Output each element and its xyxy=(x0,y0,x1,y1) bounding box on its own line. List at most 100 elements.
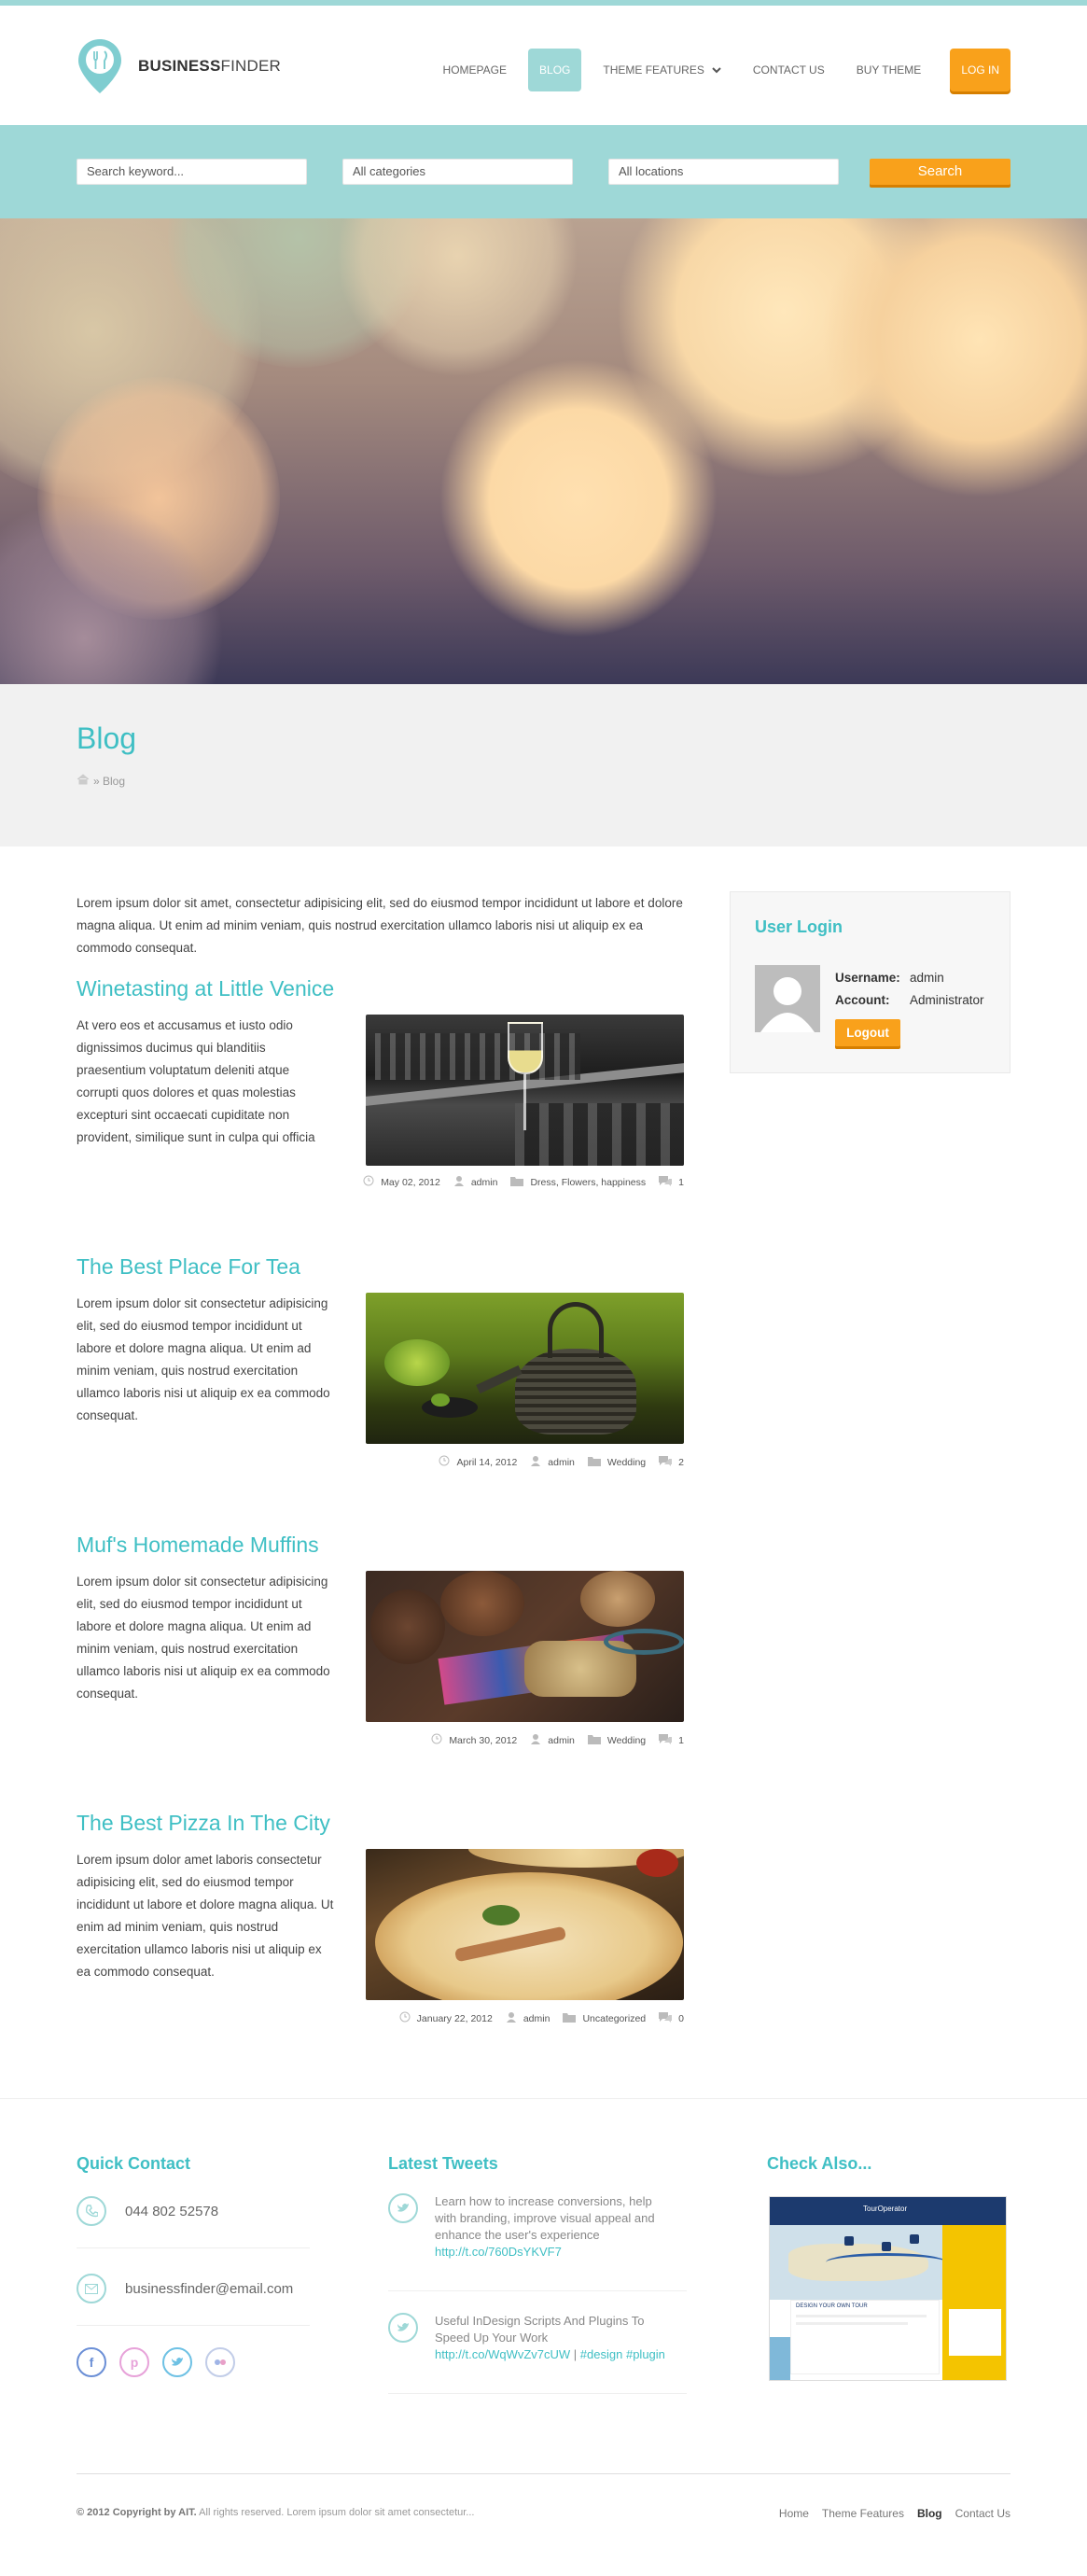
tweet-link[interactable]: http://t.co/760DsYKVF7 xyxy=(435,2245,562,2259)
blog-intro: Lorem ipsum dolor sit amet, consectetur … xyxy=(77,896,683,955)
logo[interactable]: BUSINESSFINDER xyxy=(77,37,281,95)
flickr-icon[interactable] xyxy=(205,2347,235,2377)
post-excerpt: Lorem ipsum dolor sit consectetur adipis… xyxy=(77,1575,330,1701)
tweet-text: Useful InDesign Scripts And Plugins To S… xyxy=(435,2314,665,2361)
tour-operator-thumbnail[interactable]: TourOperator DESIGN YOUR OWN TOUR xyxy=(769,2196,1007,2381)
nav-theme-features[interactable]: THEME FEATURES xyxy=(587,49,736,91)
search-button[interactable]: Search xyxy=(870,159,1010,185)
post-categories[interactable]: Wedding xyxy=(607,1457,646,1468)
search-bar: Search keyword... All categories All loc… xyxy=(0,125,1087,218)
chevron-down-icon xyxy=(712,49,721,91)
nav-homepage[interactable]: HOMEPAGE xyxy=(427,49,523,91)
nav-contact-us[interactable]: CONTACT US xyxy=(737,49,841,91)
footer-link-theme-features[interactable]: Theme Features xyxy=(822,2507,904,2520)
main-nav: HOMEPAGE BLOG THEME FEATURES CONTACT US … xyxy=(427,49,1010,91)
footer-link-blog[interactable]: Blog xyxy=(917,2507,942,2520)
post-image-muffins[interactable] xyxy=(366,1571,684,1722)
avatar xyxy=(755,965,820,1032)
twitter-icon xyxy=(388,2193,418,2223)
copyright: © 2012 Copyright by AIT. All rights rese… xyxy=(77,2507,475,2518)
comments-icon xyxy=(659,1175,673,1189)
post-image-wine-bar[interactable] xyxy=(366,1015,684,1166)
widget-title: User Login xyxy=(755,917,843,936)
login-button[interactable]: LOG IN xyxy=(950,49,1010,91)
post-meta: April 14, 2012 admin Wedding 2 xyxy=(77,1455,684,1469)
post-author[interactable]: admin xyxy=(548,1457,575,1468)
post-date: March 30, 2012 xyxy=(449,1734,518,1746)
post-comment-count[interactable]: 0 xyxy=(678,2013,684,2024)
post-excerpt: Lorem ipsum dolor amet laboris consectet… xyxy=(77,1853,334,1979)
social-links: f p xyxy=(77,2347,235,2377)
post-image-tea[interactable] xyxy=(366,1293,684,1444)
tweet-item: Useful InDesign Scripts And Plugins To S… xyxy=(388,2313,687,2363)
blog-post: The Best Place For Tea Lorem ipsum dolor… xyxy=(77,1254,684,1469)
post-title[interactable]: Winetasting at Little Venice xyxy=(77,976,684,1001)
hashtag-link[interactable]: #plugin xyxy=(626,2347,665,2361)
account-label: Account: xyxy=(835,993,890,1007)
divider xyxy=(77,2247,310,2248)
post-comment-count[interactable]: 1 xyxy=(678,1177,684,1188)
post-categories[interactable]: Uncategorized xyxy=(582,2013,646,2024)
twitter-icon[interactable] xyxy=(162,2347,192,2377)
post-meta: May 02, 2012 admin Dress, Flowers, happi… xyxy=(77,1175,684,1189)
brand-name: BUSINESSFINDER xyxy=(138,57,281,75)
page-title-bar: Blog » Blog xyxy=(0,684,1087,847)
logout-button[interactable]: Logout xyxy=(835,1019,900,1046)
post-title[interactable]: The Best Place For Tea xyxy=(77,1254,684,1280)
post-author[interactable]: admin xyxy=(548,1735,575,1746)
post-date: January 22, 2012 xyxy=(416,2012,493,2024)
post-meta: March 30, 2012 admin Wedding 1 xyxy=(77,1733,684,1747)
clock-icon xyxy=(439,1455,450,1469)
user-icon xyxy=(453,1175,465,1189)
check-also-title: Check Also... xyxy=(767,2154,872,2173)
folder-icon xyxy=(587,1734,601,1747)
comments-icon xyxy=(659,1455,673,1469)
contact-phone: 044 802 52578 xyxy=(77,2196,310,2226)
keyword-search-input[interactable]: Search keyword... xyxy=(77,159,307,185)
post-author[interactable]: admin xyxy=(523,2013,550,2024)
comments-icon xyxy=(659,2011,673,2025)
footer-bottom-divider xyxy=(77,2473,1010,2474)
folder-icon xyxy=(563,2012,577,2025)
divider xyxy=(77,2325,310,2326)
hashtag-link[interactable]: #design xyxy=(580,2347,623,2361)
post-author[interactable]: admin xyxy=(471,1177,498,1188)
clock-icon xyxy=(399,2011,411,2025)
user-login-widget: User Login Username: admin Account: Admini… xyxy=(730,891,1010,1073)
pinterest-icon[interactable]: p xyxy=(119,2347,149,2377)
nav-theme-features-label: THEME FEATURES xyxy=(603,63,704,77)
clock-icon xyxy=(431,1733,442,1747)
account-value: Administrator xyxy=(910,993,984,1007)
post-excerpt: Lorem ipsum dolor sit consectetur adipis… xyxy=(77,1296,330,1422)
category-select[interactable]: All categories xyxy=(342,159,573,185)
nav-buy-theme[interactable]: BUY THEME xyxy=(841,49,938,91)
home-icon[interactable] xyxy=(77,774,90,788)
phone-icon xyxy=(77,2196,106,2226)
blog-post: Muf's Homemade Muffins Lorem ipsum dolor… xyxy=(77,1533,684,1747)
post-date: April 14, 2012 xyxy=(456,1456,518,1468)
folder-icon xyxy=(587,1456,601,1469)
phone-number[interactable]: 044 802 52578 xyxy=(125,2204,218,2219)
post-title[interactable]: The Best Pizza In The City xyxy=(77,1811,684,1836)
username-value: admin xyxy=(910,971,944,985)
facebook-icon[interactable]: f xyxy=(77,2347,106,2377)
latest-tweets-title: Latest Tweets xyxy=(388,2154,498,2173)
post-categories[interactable]: Wedding xyxy=(607,1735,646,1746)
footer-link-home[interactable]: Home xyxy=(779,2507,809,2520)
post-comment-count[interactable]: 2 xyxy=(678,1457,684,1468)
post-excerpt: At vero eos et accusamus et iusto odio d… xyxy=(77,1018,315,1144)
blog-post: Winetasting at Little Venice At vero eos… xyxy=(77,976,684,1189)
post-meta: January 22, 2012 admin Uncategorized 0 xyxy=(77,2011,684,2025)
user-icon xyxy=(530,1733,541,1747)
post-title[interactable]: Muf's Homemade Muffins xyxy=(77,1533,684,1558)
footer-link-contact-us[interactable]: Contact Us xyxy=(955,2507,1010,2520)
site-header: BUSINESSFINDER HOMEPAGE BLOG THEME FEATU… xyxy=(0,6,1087,125)
post-categories[interactable]: Dress, Flowers, happiness xyxy=(530,1177,646,1188)
user-icon xyxy=(530,1455,541,1469)
nav-blog[interactable]: BLOG xyxy=(528,49,582,91)
post-image-pizza[interactable] xyxy=(366,1849,684,2000)
post-comment-count[interactable]: 1 xyxy=(678,1735,684,1746)
tweet-link[interactable]: http://t.co/WqWvZv7cUW xyxy=(435,2347,570,2361)
email-address[interactable]: businessfinder@email.com xyxy=(125,2281,293,2297)
location-select[interactable]: All locations xyxy=(608,159,839,185)
